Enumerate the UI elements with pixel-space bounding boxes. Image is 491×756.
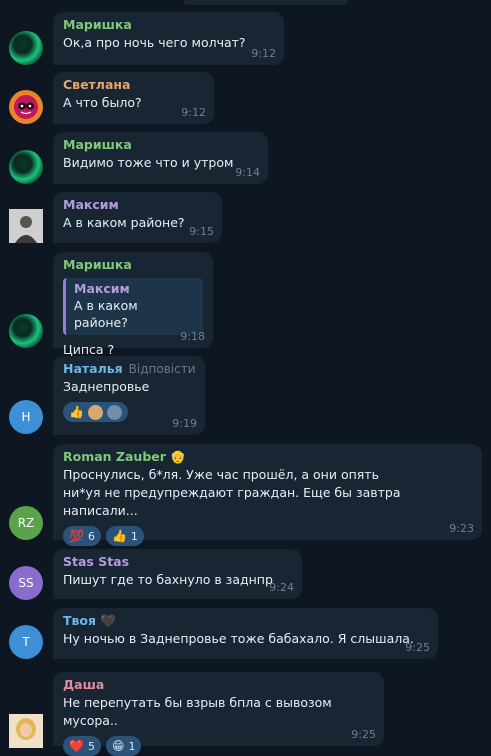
reaction-chip[interactable]: 😁 1: [105, 736, 142, 756]
message-time: 9:18: [180, 330, 205, 343]
black-heart-icon: 🖤: [100, 613, 116, 628]
thumbs-up-icon: 👍: [69, 405, 84, 419]
avatar[interactable]: [9, 31, 43, 65]
reactor-avatar: [87, 404, 103, 420]
message-text: Ну ночью в Заднепровье тоже бабахало. Я …: [63, 631, 414, 646]
message-time: 9:24: [269, 581, 294, 594]
sender-name[interactable]: Stas Stas: [63, 554, 292, 570]
avatar[interactable]: [9, 150, 43, 184]
reactions-bar: 💯 6 👍 1: [63, 526, 472, 546]
reply-quote[interactable]: Максим А в каком районе?: [63, 278, 203, 335]
reactor-avatar: [106, 404, 122, 420]
avatar[interactable]: [9, 714, 43, 748]
message-time: 9:23: [449, 522, 474, 535]
reactions-bar: ❤️ 5 😁 1: [63, 736, 374, 756]
message-bubble: Маришка Ок,а про ночь чего молчат? 9:12: [53, 12, 284, 65]
sender-name[interactable]: Маришка: [63, 17, 274, 33]
person-photo-icon: [9, 714, 43, 748]
message-time: 9:19: [172, 417, 197, 430]
message-text: Не перепутать бы взрыв бпла с вывозом му…: [63, 695, 332, 728]
sender-name[interactable]: Твоя 🖤: [63, 613, 428, 629]
sender-name-text: Наталья: [63, 361, 123, 376]
avatar[interactable]: [9, 209, 43, 243]
hundred-points-icon: 💯: [69, 529, 84, 543]
message-bubble: Твоя 🖤 Ну ночью в Заднепровье тоже бабах…: [53, 608, 438, 659]
sender-name[interactable]: Маришка: [63, 257, 203, 273]
sender-name[interactable]: Даша: [63, 677, 374, 693]
old-man-emoji-icon: 👴: [170, 449, 186, 464]
message-time: 9:15: [189, 225, 214, 238]
reaction-chip[interactable]: 💯 6: [63, 526, 101, 546]
reaction-count: 5: [87, 739, 95, 753]
message-bubble: Светлана А что было? 9:12: [53, 72, 214, 124]
avatar[interactable]: Н: [9, 400, 43, 434]
message-text: Ок,а про ночь чего молчат?: [63, 35, 246, 50]
message-text: Заднепровье: [63, 379, 150, 394]
avatar[interactable]: [9, 314, 43, 348]
avatar[interactable]: [9, 90, 43, 124]
message-time: 9:14: [235, 166, 260, 179]
message-bubble: Roman Zauber 👴 Проснулись, б*ля. Уже час…: [53, 444, 482, 546]
message-time: 9:12: [251, 47, 276, 60]
quote-sender: Максим: [74, 281, 130, 296]
message-bubble: Stas Stas Пишут где то бахнуло в заднпр …: [53, 549, 302, 599]
message-time: 9:25: [405, 641, 430, 654]
sender-name-text: Твоя: [63, 613, 97, 628]
sender-name[interactable]: Roman Zauber 👴: [63, 449, 472, 465]
message-bubble: Максим А в каком районе? 9:15: [53, 192, 222, 243]
message-text: Пишут где то бахнуло в заднпр: [63, 572, 273, 587]
sender-name[interactable]: Наталья Відповісти: [63, 361, 196, 377]
person-photo-icon: [9, 209, 43, 243]
message-time: 9:25: [351, 728, 376, 741]
message-bubble: Маришка Видимо тоже что и утром 9:14: [53, 132, 268, 184]
sender-name[interactable]: Светлана: [63, 77, 204, 93]
message-text: Видимо тоже что и утром: [63, 155, 234, 170]
reaction-chip[interactable]: ❤️ 5: [63, 736, 101, 756]
thumbs-up-icon: 👍: [111, 529, 127, 543]
message-text: Проснулись, б*ля. Уже час прошёл, а они …: [63, 467, 401, 518]
sender-name[interactable]: Маришка: [63, 137, 258, 153]
previous-message-edge: [183, 0, 348, 5]
message-bubble: Наталья Відповісти Заднепровье 👍 9:19: [53, 356, 205, 435]
sender-name-text: Roman Zauber: [63, 449, 166, 464]
pink-mask-icon: [14, 95, 38, 119]
message-bubble: Даша Не перепутать бы взрыв бпла с вывоз…: [53, 672, 384, 756]
message-bubble: Маришка Максим А в каком районе? Ципса ?…: [53, 252, 213, 357]
avatar[interactable]: SS: [9, 566, 43, 600]
reaction-count: 6: [87, 529, 95, 543]
message-time: 9:12: [181, 106, 206, 119]
avatar[interactable]: T: [9, 625, 43, 659]
reaction-chip[interactable]: 👍: [63, 402, 128, 422]
sender-name[interactable]: Максим: [63, 197, 212, 213]
reaction-chip[interactable]: 👍 1: [105, 526, 144, 546]
reaction-count: 1: [128, 739, 136, 753]
grinning-face-icon: 😁: [111, 739, 125, 753]
quote-text: А в каком районе?: [74, 298, 138, 330]
reaction-count: 1: [130, 529, 138, 543]
red-heart-icon: ❤️: [69, 739, 84, 753]
reply-hint[interactable]: Відповісти: [129, 362, 196, 376]
avatar[interactable]: RZ: [9, 506, 43, 540]
